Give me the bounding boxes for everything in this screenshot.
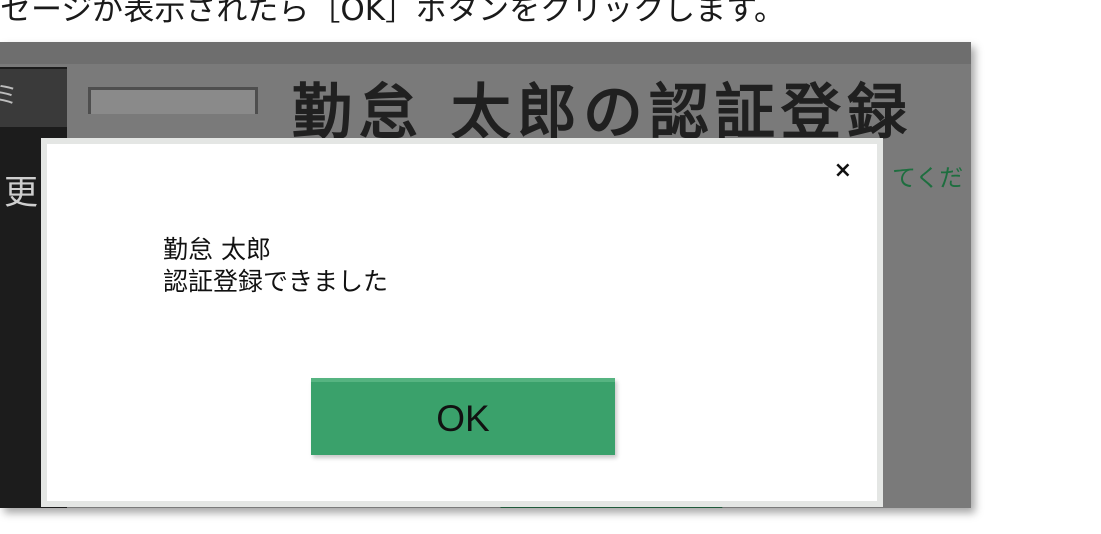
camera-preview-frame (88, 87, 258, 114)
dialog-message-status: 認証登録できました (163, 267, 389, 296)
dialog-message: 勤怠 太郎 認証登録できました (163, 234, 388, 298)
app-screenshot: ミ 更 勤怠 太郎の認証登録 てくだ × 勤怠 太郎 認証登録できました OK (0, 42, 971, 508)
page-instruction: てくだ (892, 164, 964, 192)
top-bar (0, 42, 971, 64)
dialog-message-name: 勤怠 太郎 (163, 235, 271, 264)
ok-button[interactable]: OK (311, 378, 615, 455)
instruction-caption: セージが表示されたら［OK］ボタンをクリックします。 (0, 0, 786, 28)
sidebar-item-update[interactable]: 更 (4, 165, 38, 214)
message-dialog: × 勤怠 太郎 認証登録できました OK (41, 138, 883, 507)
close-icon[interactable]: × (834, 158, 852, 184)
sidebar-active-item-label: ミ (0, 81, 18, 109)
sidebar-active-item[interactable]: ミ (0, 69, 67, 127)
